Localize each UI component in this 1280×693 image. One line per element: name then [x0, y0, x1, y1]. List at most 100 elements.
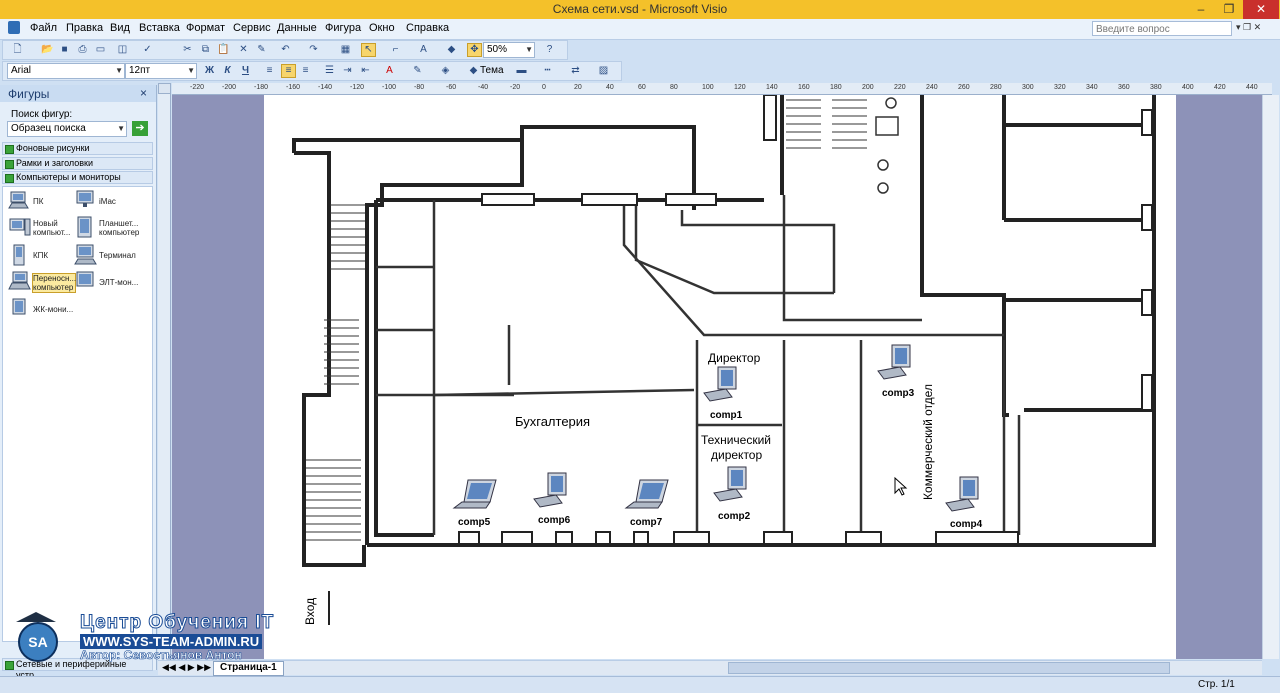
close-button[interactable]: ✕ [1243, 0, 1279, 19]
menu-edit[interactable]: Правка [66, 22, 103, 34]
pan-zoom-icon[interactable]: ✥ [467, 43, 482, 57]
paste-icon[interactable]: 📋 [217, 44, 230, 56]
close-icon[interactable]: × [140, 86, 147, 100]
line-weight-icon[interactable]: ▬ [515, 65, 528, 77]
theme-icon[interactable]: ◆ [467, 65, 480, 77]
computer-label: comp4 [950, 519, 983, 530]
zoom-select[interactable]: 50% ▼ [483, 42, 535, 58]
ask-question-input[interactable]: Введите вопрос [1092, 21, 1232, 36]
imac-icon[interactable] [74, 190, 98, 210]
menu-file[interactable]: Файл [30, 22, 57, 34]
spelling-icon[interactable]: ✓ [141, 44, 154, 56]
ruler-tick-label: 80 [670, 84, 678, 91]
page-nav-icons[interactable]: ◀◀ ◀ ▶ ▶▶ [162, 662, 211, 673]
menu-help[interactable]: Справка [406, 22, 449, 34]
tablet-icon[interactable] [74, 216, 96, 240]
top-ruler: -220 -200 -180 -160 -140 -120 -100 -80 -60 -40 -20… [172, 83, 1272, 95]
vertical-scrollbar[interactable] [1262, 95, 1279, 659]
text-tool-icon[interactable]: A [417, 44, 430, 56]
ruler-tick-label: 240 [926, 84, 938, 91]
menu-tools[interactable]: Сервис [233, 22, 271, 34]
print-preview-icon[interactable]: ▭ [94, 44, 107, 56]
ruler-tick-label: -160 [286, 84, 301, 91]
line-color-icon[interactable]: ✎ [411, 65, 424, 77]
pointer-tool-icon[interactable]: ↖ [361, 43, 376, 57]
menu-data[interactable]: Данные [277, 22, 317, 34]
print-icon[interactable]: ⎙ [76, 44, 89, 56]
outdent-icon[interactable]: ⇤ [359, 65, 372, 77]
font-color-icon[interactable]: A [383, 65, 396, 77]
align-left-icon[interactable]: ≡ [263, 65, 276, 77]
cut-icon[interactable]: ✂ [181, 44, 194, 56]
ruler-tick-label: 200 [862, 84, 874, 91]
shape-search-input[interactable]: Образец поиска ▼ [7, 121, 127, 137]
fill-color-icon[interactable]: ◈ [439, 65, 452, 77]
laptop-icon[interactable] [452, 479, 497, 509]
bold-button[interactable]: Ж [203, 65, 216, 77]
laptop-icon[interactable] [624, 479, 669, 509]
horizontal-scrollbar-thumb[interactable] [728, 662, 1170, 674]
new-computer-icon[interactable] [8, 217, 32, 239]
save-icon[interactable]: ■ [58, 44, 71, 56]
redo-icon[interactable]: ↷ [307, 44, 320, 56]
format-painter-icon[interactable]: ✎ [255, 44, 268, 56]
underline-button[interactable]: Ч [239, 65, 252, 77]
align-right-icon[interactable]: ≡ [299, 65, 312, 77]
line-pattern-icon[interactable]: ┅ [541, 65, 554, 77]
stencil-computers[interactable]: Компьютеры и мониторы [2, 171, 153, 184]
crt-monitor-icon[interactable] [74, 270, 98, 292]
computer-icon[interactable] [533, 472, 567, 508]
menu-window[interactable]: Окно [369, 22, 395, 34]
pda-icon[interactable] [8, 244, 32, 268]
delete-icon[interactable]: ✕ [237, 44, 250, 56]
italic-button[interactable]: К [221, 65, 234, 77]
new-icon[interactable]: 🗋 [11, 44, 24, 56]
line-tool-icon[interactable]: ◆ [445, 44, 458, 56]
laptop-icon[interactable] [8, 270, 32, 292]
minimize-button[interactable]: – [1187, 0, 1215, 19]
terminal-icon[interactable] [74, 244, 98, 266]
toilet [885, 97, 897, 109]
tab-page-1[interactable]: Страница-1 [213, 661, 284, 676]
computer-icon[interactable] [703, 366, 737, 402]
research-icon[interactable]: ◫ [116, 44, 129, 56]
computer-icon[interactable] [945, 476, 979, 512]
ruler-tick-label: 400 [1182, 84, 1194, 91]
shadow-icon[interactable]: ▨ [597, 65, 610, 77]
floor-plan[interactable]: Директор Технический директор Бухгалтери… [264, 94, 1176, 659]
menu-format[interactable]: Формат [186, 22, 225, 34]
bullets-icon[interactable]: ☰ [323, 65, 336, 77]
copy-icon[interactable]: ⧉ [199, 44, 212, 56]
theme-button[interactable]: Тема [480, 65, 504, 76]
menu-insert[interactable]: Вставка [139, 22, 180, 34]
shape-label: Планшет... компьютер [99, 219, 140, 237]
stencil-backgrounds[interactable]: Фоновые рисунки [2, 142, 153, 155]
doc-window-controls[interactable]: ▾ ❐ ✕ [1236, 22, 1261, 33]
menu-view[interactable]: Вид [110, 22, 130, 34]
line-ends-icon[interactable]: ⇄ [569, 65, 582, 77]
pc-icon[interactable] [8, 190, 32, 210]
menu-bar: Файл Правка Вид Вставка Формат Сервис Да… [0, 19, 1280, 40]
shapes-panel-header: Фигуры × [0, 85, 156, 102]
font-size-select[interactable]: 12пт ▼ [125, 63, 197, 79]
search-go-button[interactable]: ➔ [132, 121, 148, 136]
stencil-borders[interactable]: Рамки и заголовки [2, 157, 153, 170]
ruler-tick-label: 220 [894, 84, 906, 91]
help-icon[interactable]: ? [543, 44, 556, 56]
font-select[interactable]: Arial ▼ [7, 63, 125, 79]
window-frame [665, 193, 717, 206]
computer-icon[interactable] [877, 344, 911, 380]
lcd-monitor-icon[interactable] [8, 298, 32, 320]
computer-icon[interactable] [713, 466, 747, 502]
ruler-tick-label: 100 [702, 84, 714, 91]
indent-icon[interactable]: ⇥ [341, 65, 354, 77]
maximize-button[interactable]: ❐ [1215, 0, 1243, 19]
stencil-icon[interactable]: ▦ [339, 44, 352, 56]
align-center-icon[interactable]: ≡ [281, 64, 296, 78]
app-icon[interactable] [8, 21, 20, 34]
drawing-page[interactable]: Директор Технический директор Бухгалтери… [264, 94, 1176, 659]
connector-tool-icon[interactable]: ⌐ [389, 44, 402, 56]
open-icon[interactable]: 📂 [41, 44, 54, 56]
undo-icon[interactable]: ↶ [279, 44, 292, 56]
menu-shape[interactable]: Фигура [325, 22, 361, 34]
